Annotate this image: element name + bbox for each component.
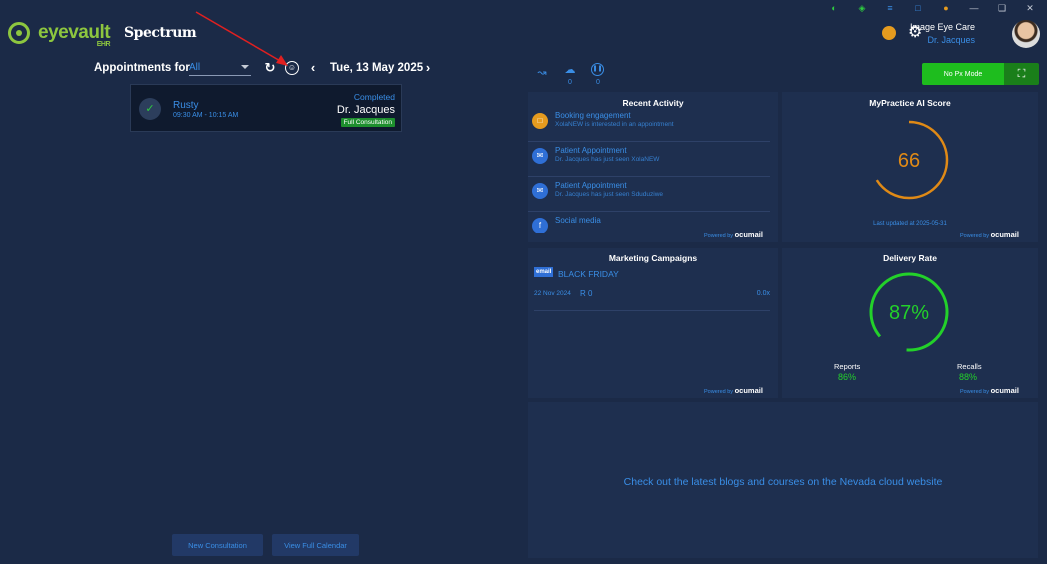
email-badge: email xyxy=(534,267,554,277)
reports-label: Reports xyxy=(834,362,861,371)
appointments-label: Appointments for xyxy=(94,62,190,74)
campaign-date: 22 Nov 2024 xyxy=(534,290,571,297)
powered-by: Powered by ocumail xyxy=(704,386,763,395)
powered-by: Powered by ocumail xyxy=(960,230,1019,239)
chevron-right-icon[interactable]: › xyxy=(422,61,434,75)
network-icon[interactable]: ≡ xyxy=(876,2,904,14)
marketing-campaigns-panel: Marketing Campaigns email BLACK FRIDAY 2… xyxy=(528,248,778,398)
powered-prefix: Powered by xyxy=(704,389,734,395)
practice-name: Image Eye Care xyxy=(909,22,975,32)
recent-activity-panel: Recent Activity □ Booking engagement Xol… xyxy=(528,92,778,242)
appointment-card[interactable]: ✓ Rusty 09:30 AM - 10:15 AM Completed Dr… xyxy=(130,84,402,132)
delivery-gauge: 87% xyxy=(869,272,949,352)
campaign-name[interactable]: BLACK FRIDAY xyxy=(558,269,619,279)
appointment-doctor: Dr. Jacques xyxy=(336,104,395,116)
activity-item[interactable]: □ Booking engagement XolaNEW is interest… xyxy=(528,108,770,142)
ai-score-panel: MyPractice AI Score 66 Last updated at 2… xyxy=(782,92,1038,242)
powered-prefix: Powered by xyxy=(960,389,990,395)
ocumail-logo: ocumail xyxy=(990,230,1019,239)
appointment-time: 09:30 AM - 10:15 AM xyxy=(173,112,239,119)
ai-score-value: 66 xyxy=(898,150,920,172)
wifi-icon[interactable]: ◈ xyxy=(848,2,876,14)
appointment-status: Completed xyxy=(353,92,395,102)
minimize-icon[interactable]: — xyxy=(960,2,988,14)
logo-name: eyevault xyxy=(38,22,111,43)
logo-sub: EHR xyxy=(96,41,111,48)
activity-title: Patient Appointment xyxy=(555,146,627,155)
ai-score-title: MyPractice AI Score xyxy=(869,98,951,108)
activity-title: Patient Appointment xyxy=(555,181,627,190)
recent-activity-title: Recent Activity xyxy=(622,98,684,108)
cloud-count: 0 xyxy=(568,79,572,86)
cloud-upload-icon[interactable]: ☁ xyxy=(563,63,577,76)
activity-subtitle: Dr. Jacques has just seen XolaNEW xyxy=(555,156,660,163)
blog-message[interactable]: Check out the latest blogs and courses o… xyxy=(528,476,1038,488)
doctor-name[interactable]: Dr. Jacques xyxy=(927,35,975,45)
recalls-label: Recalls xyxy=(957,362,982,371)
bug-icon[interactable]: ● xyxy=(932,2,960,14)
new-consultation-button[interactable]: New Consultation xyxy=(172,534,263,556)
marketing-title: Marketing Campaigns xyxy=(608,253,698,263)
mail-icon: ✉ xyxy=(532,148,548,164)
delivery-rate-panel: Delivery Rate 87% Reports 86% Recalls 88… xyxy=(782,248,1038,398)
view-calendar-button[interactable]: View Full Calendar xyxy=(272,534,359,556)
activity-title: Social media xyxy=(555,216,601,225)
blog-panel[interactable]: Check out the latest blogs and courses o… xyxy=(528,402,1038,558)
ocumail-logo: ocumail xyxy=(734,230,763,239)
calendar-icon: □ xyxy=(532,113,548,129)
campaign-row[interactable]: 22 Nov 2024 R 0 0.0x xyxy=(534,289,770,311)
activity-item[interactable]: ✉ Patient Appointment Dr. Jacques has ju… xyxy=(528,178,770,212)
chevron-left-icon[interactable]: ‹ xyxy=(307,61,319,75)
campaign-ratio: 0.0x xyxy=(756,290,770,297)
bug-report-icon[interactable] xyxy=(882,26,896,40)
ai-score-updated: Last updated at 2025-05-31 xyxy=(873,221,947,227)
delivery-rate-value: 87% xyxy=(889,302,929,324)
powered-prefix: Powered by xyxy=(704,233,734,239)
close-icon[interactable]: ✕ xyxy=(1016,2,1044,14)
consultation-type-badge: Full Consultation xyxy=(340,118,395,127)
analytics-icon[interactable]: ↝ xyxy=(535,66,549,79)
system-tray: ◐ ◈ ≡ □ ● — ❑ ✕ xyxy=(820,2,1044,14)
powered-by: Powered by ocumail xyxy=(704,230,763,239)
no-px-mode-button[interactable]: No Px Mode xyxy=(922,63,1004,85)
patient-name: Rusty xyxy=(173,100,199,111)
link-icon[interactable]: ◐ xyxy=(820,2,848,14)
activity-title: Booking engagement xyxy=(555,111,631,120)
activity-subtitle: Dr. Jacques has just seen Sduduziwe xyxy=(555,191,664,198)
selected-date: Tue, 13 May 2025 xyxy=(330,62,424,74)
eye-logo-icon xyxy=(8,22,30,44)
pause-count: 0 xyxy=(596,79,600,86)
reports-value: 86% xyxy=(838,372,857,382)
activity-item[interactable]: ✉ Patient Appointment Dr. Jacques has ju… xyxy=(528,143,770,177)
activity-subtitle: XolaNEW is interested in an appointment xyxy=(555,121,674,128)
campaign-amount: R 0 xyxy=(580,289,593,298)
annotation-arrow xyxy=(195,11,288,66)
avatar[interactable] xyxy=(1012,20,1040,48)
ocumail-logo: ocumail xyxy=(990,386,1019,395)
calendar-check-icon: ✓ xyxy=(139,98,161,120)
spectrum-logo: Spectrum xyxy=(124,25,197,41)
powered-prefix: Powered by xyxy=(960,233,990,239)
facebook-icon: f xyxy=(532,218,548,233)
ai-score-gauge: 66 xyxy=(869,120,949,200)
monitor-icon[interactable]: □ xyxy=(904,2,932,14)
powered-by: Powered by ocumail xyxy=(960,386,1019,395)
arrow-head xyxy=(276,55,288,66)
app-logo: eyevault EHR Spectrum xyxy=(8,22,197,48)
pause-icon[interactable]: ❚❚ xyxy=(591,63,604,76)
logo-text: eyevault EHR xyxy=(38,22,111,48)
recalls-value: 88% xyxy=(959,372,978,382)
restore-icon[interactable]: ❑ xyxy=(988,2,1016,14)
ocumail-logo: ocumail xyxy=(734,386,763,395)
fullscreen-icon[interactable]: ⛶ xyxy=(1004,63,1039,85)
mail-icon: ✉ xyxy=(532,183,548,199)
arrow-line xyxy=(195,11,283,63)
